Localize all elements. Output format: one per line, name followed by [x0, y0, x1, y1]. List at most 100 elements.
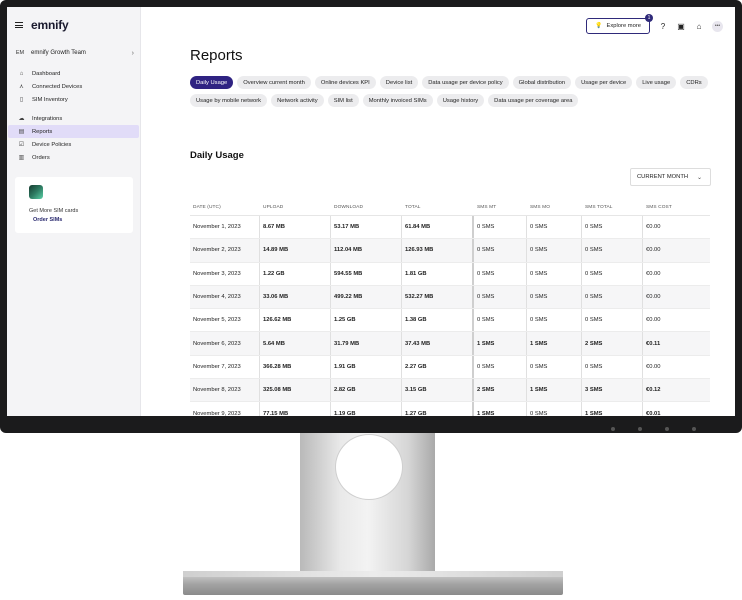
sidebar-item-label: Device Policies: [32, 141, 72, 148]
notification-badge: 1: [645, 14, 653, 22]
table-cell: 0 SMS: [581, 262, 642, 285]
tab-global-distribution[interactable]: Global distribution: [512, 76, 572, 89]
help-icon[interactable]: ?: [658, 21, 668, 31]
table-cell: 1 SMS: [472, 332, 526, 355]
table-body: November 1, 2023 8.67 MB 53.17 MB 61.84 MB 0…: [190, 216, 710, 416]
table-cell: 1.91 GB: [330, 355, 401, 379]
sidebar-item-integrations[interactable]: ☁ Integrations: [8, 112, 139, 125]
chevron-down-icon: ⌄: [696, 174, 702, 181]
tab-monthly-invoiced-sims[interactable]: Monthly invoiced SIMs: [362, 94, 433, 107]
team-avatar: EM: [15, 50, 25, 56]
table-cell: 1.25 GB: [330, 309, 401, 332]
tab-live-usage[interactable]: Live usage: [636, 76, 677, 89]
sidebar-item-device-policies[interactable]: ☑ Device Policies: [8, 138, 139, 151]
table-cell: 0 SMS: [472, 216, 526, 239]
column-header[interactable]: SMS Total: [581, 199, 642, 215]
table-cell: €0.00: [642, 262, 700, 285]
table-cell: 8.67 MB: [259, 216, 330, 239]
lightbulb-icon: 💡: [595, 23, 603, 29]
column-header[interactable]: Download: [330, 199, 401, 215]
tab-device-list[interactable]: Device list: [379, 76, 419, 89]
reports-icon: ▤: [18, 129, 25, 135]
daily-usage-table: Date (UTC) Upload Download Total SMS MT …: [190, 199, 710, 416]
sidebar-item-dashboard[interactable]: ⌂ Dashboard: [8, 67, 139, 80]
column-header[interactable]: Date (UTC): [190, 199, 259, 215]
period-select-value: CURRENT MONTH: [637, 174, 689, 180]
table-cell: 1 SMS: [581, 402, 642, 416]
table-cell: 0 SMS: [526, 262, 581, 285]
tab-overview-current-month[interactable]: Overview current month: [237, 76, 311, 89]
tab-usage-history[interactable]: Usage history: [436, 94, 485, 107]
table-cell: 3 SMS: [581, 379, 642, 402]
sidebar-item-label: Integrations: [32, 115, 63, 122]
table-cell: €0.01: [642, 402, 700, 416]
organization-icon[interactable]: ⌂: [694, 21, 704, 31]
sidebar-item-label: Dashboard: [32, 70, 61, 77]
table-row: November 3, 2023 1.22 GB 594.55 MB 1.81 GB 0…: [190, 262, 710, 286]
column-header[interactable]: SMS MO: [526, 199, 581, 215]
tab-network-activity[interactable]: Network activity: [271, 94, 324, 107]
table-cell: €0.00: [642, 239, 700, 262]
table-cell: 594.55 MB: [330, 262, 401, 285]
table-cell: €0.12: [642, 379, 700, 402]
table-cell: 5.64 MB: [259, 332, 330, 355]
sidebar-item-orders[interactable]: ▥ Orders: [8, 151, 139, 164]
tab-usage-by-mobile-network[interactable]: Usage by mobile network: [190, 94, 268, 107]
tab-sim-list[interactable]: SIM list: [327, 94, 359, 107]
tab-daily-usage[interactable]: Daily Usage: [190, 76, 234, 89]
tab-data-usage-per-coverage-area[interactable]: Data usage per coverage area: [488, 94, 579, 107]
menu-icon[interactable]: [15, 22, 23, 28]
table-cell: 37.43 MB: [401, 332, 472, 355]
table-cell: 0 SMS: [472, 239, 526, 262]
table-cell: November 9, 2023: [193, 410, 241, 416]
app-screen: emnify EM emnify Growth Team › ⌂ Dashboa…: [7, 7, 735, 416]
column-header[interactable]: SMS Cost: [642, 199, 700, 215]
table-cell: 2 SMS: [581, 332, 642, 355]
table-cell: 325.08 MB: [259, 379, 330, 402]
column-header[interactable]: Total: [401, 199, 472, 215]
sidebar-item-label: Orders: [32, 154, 50, 161]
main-content: 💡 Explore more 1 ? ▣ ⌂ ••• Reports Daily…: [141, 7, 735, 416]
sidebar-item-reports[interactable]: ▤ Reports: [8, 125, 139, 138]
table-cell: 53.17 MB: [330, 216, 401, 239]
explore-more-button[interactable]: 💡 Explore more 1: [586, 14, 653, 34]
page-title: Reports: [190, 47, 243, 64]
table-cell: November 7, 2023: [193, 363, 241, 370]
gift-icon[interactable]: ▣: [676, 21, 686, 31]
team-switcher[interactable]: EM emnify Growth Team ›: [7, 43, 140, 63]
table-cell: 499.22 MB: [330, 285, 401, 309]
table-cell: 0 SMS: [472, 285, 526, 309]
table-cell: 1 SMS: [526, 332, 581, 355]
table-cell: 61.84 MB: [401, 216, 472, 239]
period-select[interactable]: CURRENT MONTH ⌄: [630, 168, 711, 186]
sidebar-item-label: SIM Inventory: [32, 96, 68, 103]
table-cell: 3.15 GB: [401, 379, 472, 402]
user-avatar[interactable]: •••: [712, 20, 723, 32]
sidebar-item-label: Connected Devices: [32, 83, 83, 90]
tab-online-devices-kpi[interactable]: Online devices KPI: [314, 76, 376, 89]
table-row: November 2, 2023 14.89 MB 112.04 MB 126.93 …: [190, 239, 710, 263]
column-header[interactable]: SMS MT: [472, 199, 526, 215]
tab-usage-per-device[interactable]: Usage per device: [575, 76, 633, 89]
table-cell: 1.22 GB: [259, 262, 330, 285]
table-cell: 0 SMS: [581, 309, 642, 332]
sidebar-nav: ⌂ Dashboard ⋏ Connected Devices ▯ SIM In…: [7, 67, 140, 164]
table-cell: 126.62 MB: [259, 309, 330, 332]
tab-data-usage-per-device-policy[interactable]: Data usage per device policy: [422, 76, 509, 89]
tab-cdrs[interactable]: CDRs: [680, 76, 708, 89]
table-cell: November 6, 2023: [193, 340, 241, 347]
sidebar-item-sim-inventory[interactable]: ▯ SIM Inventory: [8, 93, 139, 106]
table-cell: 1.19 GB: [330, 402, 401, 416]
table-cell: 77.15 MB: [259, 402, 330, 416]
sidebar-item-connected-devices[interactable]: ⋏ Connected Devices: [8, 80, 139, 93]
order-sims-link[interactable]: Order SIMs: [33, 217, 119, 223]
sidebar: emnify EM emnify Growth Team › ⌂ Dashboa…: [7, 7, 141, 416]
table-header: Date (UTC) Upload Download Total SMS MT …: [190, 199, 710, 216]
column-header[interactable]: Upload: [259, 199, 330, 215]
app-logo[interactable]: emnify: [31, 18, 69, 32]
devices-icon: ⋏: [19, 84, 24, 90]
table-row: November 8, 2023 325.08 MB 2.82 GB 3.15 GB 2…: [190, 379, 710, 403]
monitor-stand-base: [183, 571, 563, 595]
table-cell: 2.27 GB: [401, 355, 472, 379]
table-cell: November 3, 2023: [193, 270, 241, 277]
